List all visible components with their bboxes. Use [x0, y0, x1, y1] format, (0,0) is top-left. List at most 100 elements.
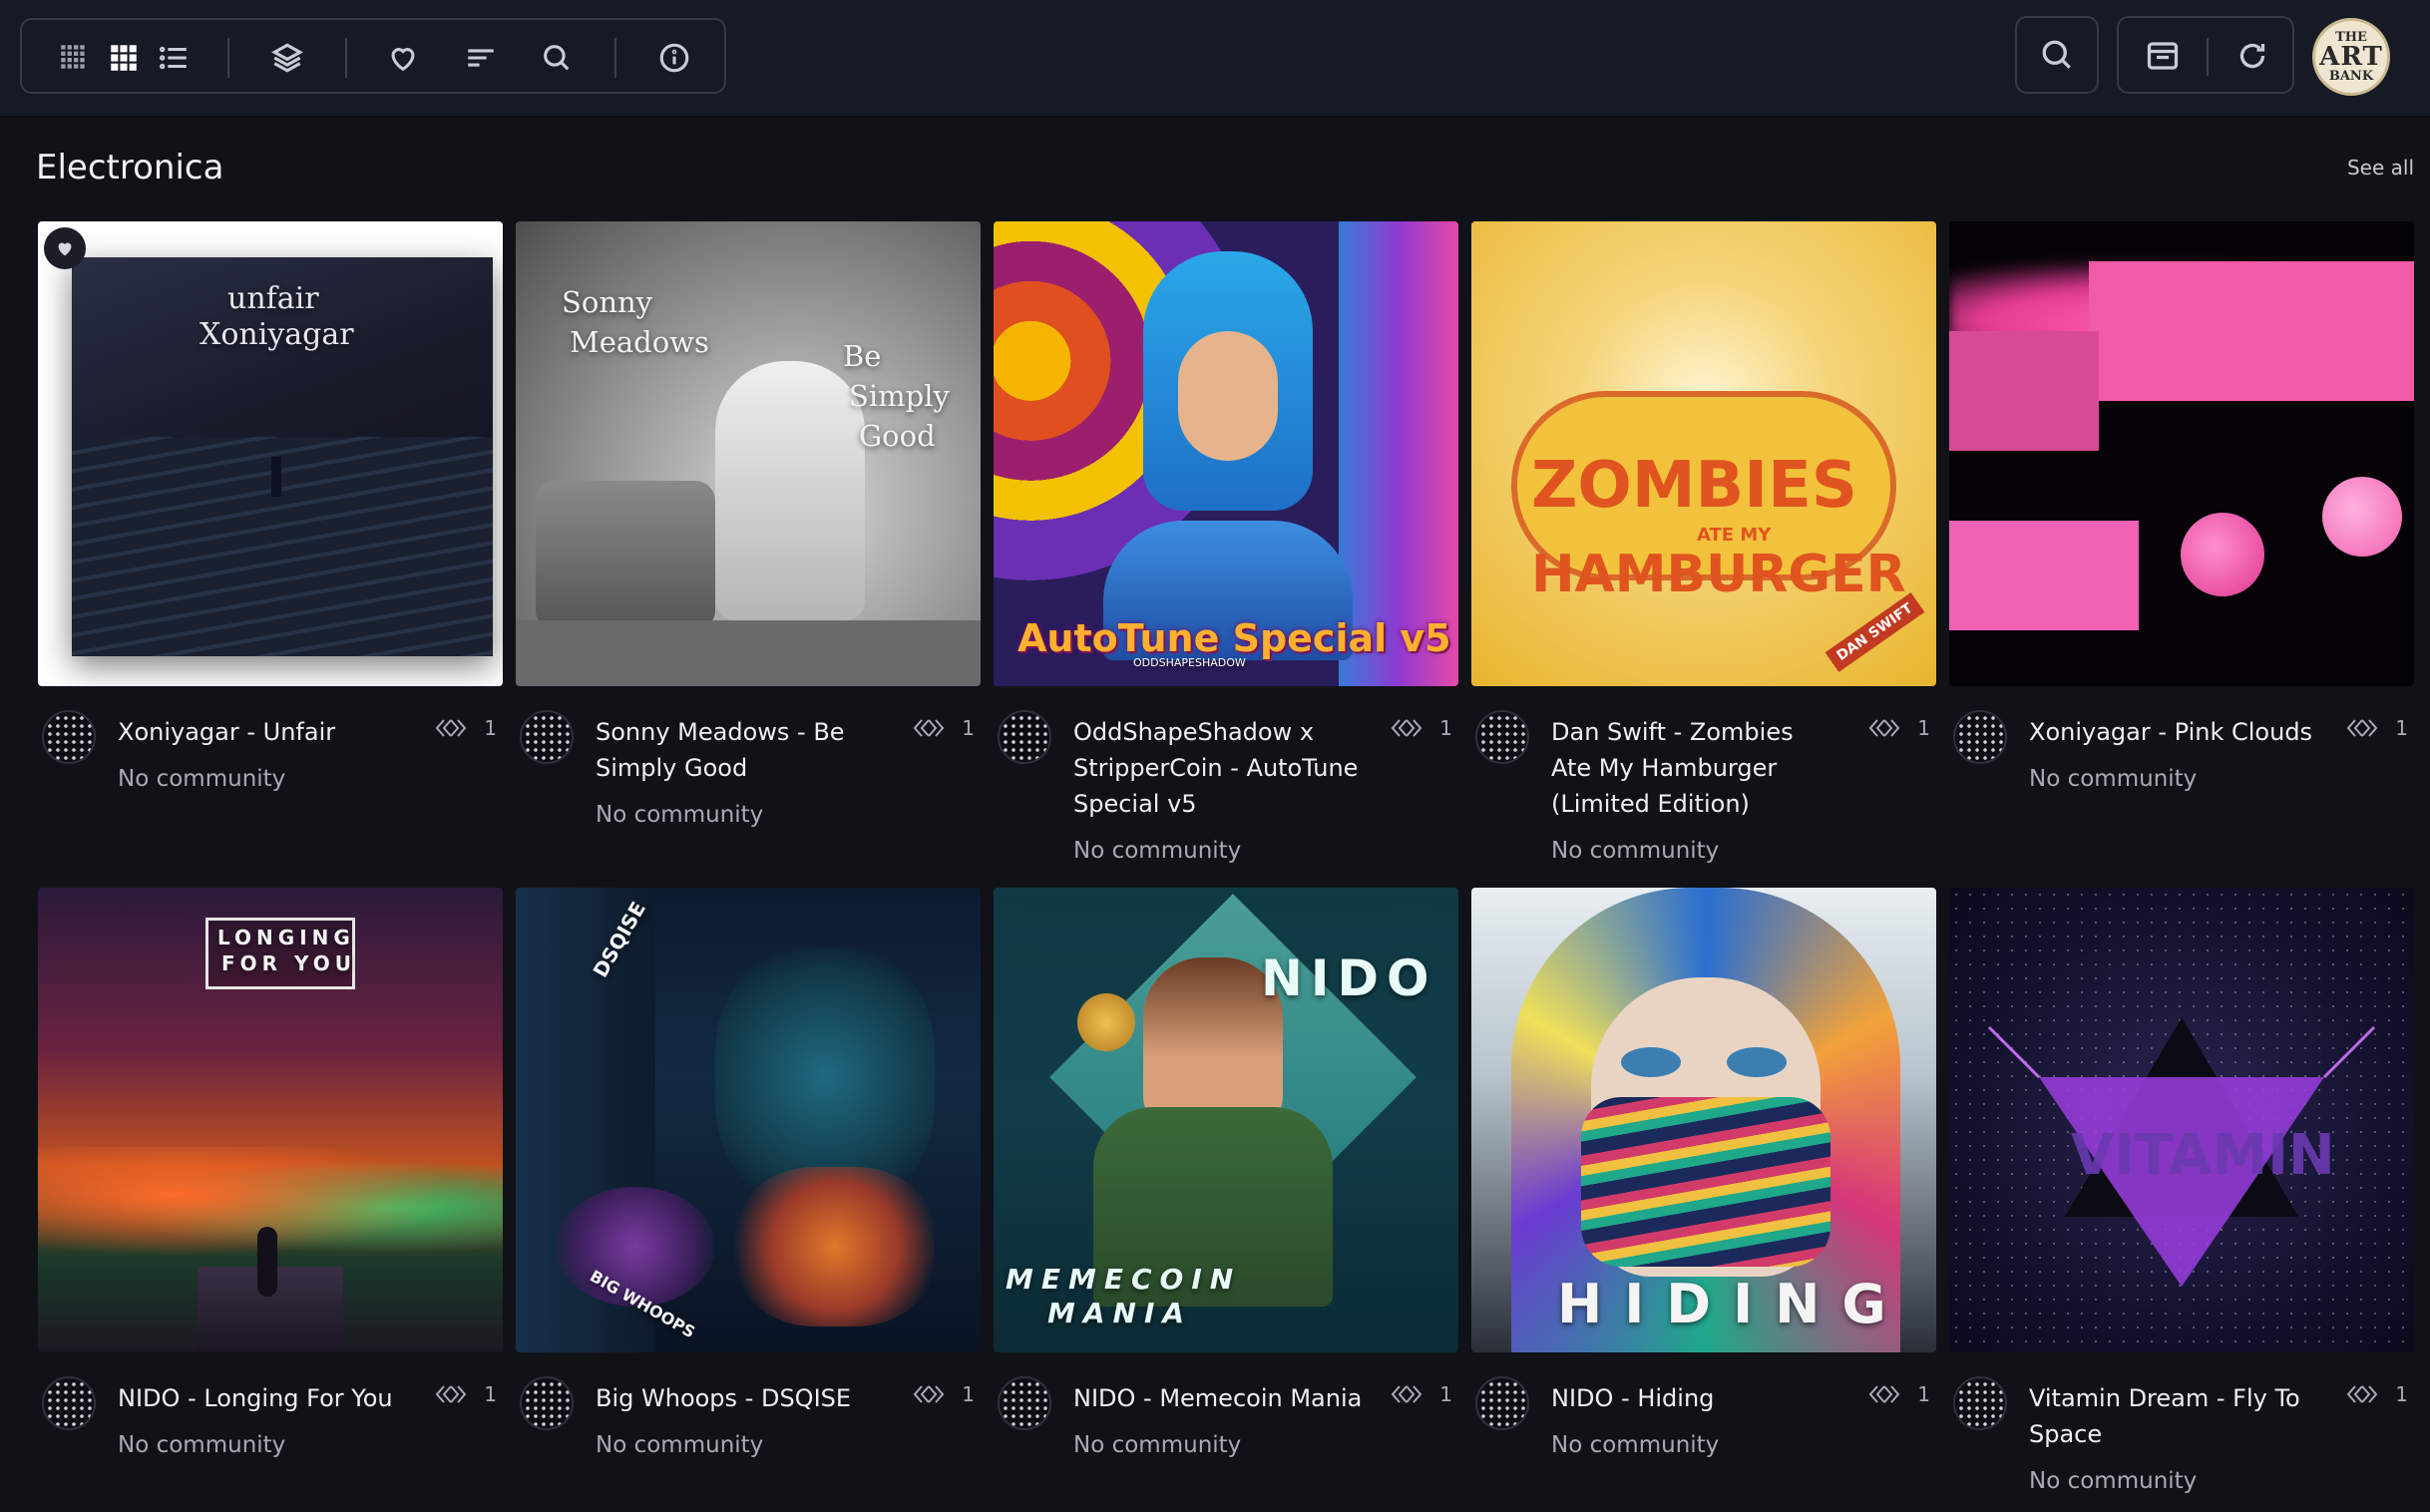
artwork-image[interactable]: VITAMIN — [1949, 888, 2414, 1352]
community-label: No community — [596, 802, 764, 828]
creator-avatar[interactable] — [520, 710, 574, 764]
search-icon — [2042, 40, 2071, 69]
edition-count: 1 — [912, 716, 975, 740]
card-meta: NIDO - Hiding No community 1 — [1471, 1352, 1936, 1512]
edition-count: 1 — [2345, 1382, 2408, 1406]
creator-avatar[interactable] — [520, 1376, 574, 1430]
artwork-image[interactable]: unfair Xoniyagar — [38, 221, 503, 686]
grid-large-icon[interactable] — [104, 38, 144, 78]
creator-avatar[interactable] — [42, 710, 96, 764]
actions-divider — [2207, 38, 2209, 76]
artwork-image[interactable]: NIDO MEMECOIN MANIA — [994, 888, 1458, 1352]
editions-icon — [1391, 1385, 1422, 1403]
edition-count: 1 — [912, 1382, 975, 1406]
nft-card[interactable]: Xoniyagar - Pink Clouds No community 1 — [1949, 221, 2414, 846]
card-title[interactable]: Big Whoops - DSQISE — [596, 1380, 885, 1416]
avatar[interactable]: THE ART BANK — [2312, 18, 2390, 96]
card-meta: Sonny Meadows - Be Simply Good No commun… — [516, 686, 981, 846]
refresh-icon[interactable] — [2232, 36, 2272, 76]
artwork-text: ODDSHAPESHADOW — [1133, 656, 1246, 669]
card-title[interactable]: Xoniyagar - Unfair — [118, 714, 407, 750]
artwork-text: unfair — [227, 281, 319, 316]
card-title[interactable]: NIDO - Memecoin Mania — [1073, 1380, 1363, 1416]
artwork-text: FOR YOU — [221, 951, 357, 975]
edition-count: 1 — [1867, 1382, 1930, 1406]
creator-avatar[interactable] — [42, 1376, 96, 1430]
editions-icon — [913, 1385, 945, 1403]
artwork-text: LONGING — [217, 926, 355, 949]
artwork-text: Good — [859, 419, 936, 453]
card-title[interactable]: Dan Swift - Zombies Ate My Hamburger (Li… — [1551, 714, 1840, 822]
card-title[interactable]: NIDO - Longing For You — [118, 1380, 407, 1416]
grid-small-icon[interactable] — [54, 38, 94, 78]
avatar-text: ART — [2319, 42, 2383, 72]
artwork-image[interactable]: HIDING — [1471, 888, 1936, 1352]
creator-avatar[interactable] — [1953, 710, 2007, 764]
artwork-text: ZOMBIES — [1531, 449, 1857, 523]
inbox-icon[interactable] — [2143, 36, 2183, 76]
artwork-image[interactable]: Sonny Meadows Be Simply Good — [516, 221, 981, 686]
edition-number: 1 — [962, 716, 975, 740]
nft-card[interactable]: unfair Xoniyagar Xoniyagar - Unfair No c… — [38, 221, 503, 846]
nft-card[interactable]: DSQISE BIG WHOOPS Big Whoops - DSQISE No… — [516, 888, 981, 1512]
community-label: No community — [1551, 838, 1720, 864]
edition-number: 1 — [2395, 1382, 2408, 1406]
edition-count: 1 — [434, 716, 497, 740]
search-icon[interactable] — [537, 38, 577, 78]
nft-card[interactable]: LONGING FOR YOU NIDO - Longing For You N… — [38, 888, 503, 1512]
layers-icon[interactable] — [267, 38, 307, 78]
artwork-text: ATE MY — [1697, 525, 1772, 546]
artwork-image[interactable] — [1949, 221, 2414, 686]
artwork-text: AutoTune Special v5 — [1017, 616, 1451, 660]
edition-number: 1 — [484, 716, 497, 740]
edition-count: 1 — [1867, 716, 1930, 740]
list-icon[interactable] — [154, 38, 194, 78]
edition-count: 1 — [2345, 716, 2408, 740]
artwork-image[interactable]: DSQISE BIG WHOOPS — [516, 888, 981, 1352]
nft-card[interactable]: VITAMIN Vitamin Dream - Fly To Space No … — [1949, 888, 2414, 1512]
sort-icon[interactable] — [461, 38, 501, 78]
edition-number: 1 — [962, 1382, 975, 1406]
card-meta: NIDO - Longing For You No community 1 — [38, 1352, 503, 1512]
community-label: No community — [1073, 1432, 1242, 1458]
creator-avatar[interactable] — [998, 710, 1051, 764]
card-title[interactable]: Vitamin Dream - Fly To Space — [2029, 1380, 2318, 1452]
nft-card[interactable]: NIDO MEMECOIN MANIA NIDO - Memecoin Mani… — [994, 888, 1458, 1512]
community-label: No community — [596, 1432, 764, 1458]
edition-number: 1 — [1917, 1382, 1930, 1406]
global-search-button[interactable] — [2015, 16, 2099, 94]
nft-card[interactable]: Sonny Meadows Be Simply Good Sonny Meado… — [516, 221, 981, 846]
community-label: No community — [1551, 1432, 1720, 1458]
artwork-image[interactable]: AutoTune Special v5 ODDSHAPESHADOW — [994, 221, 1458, 686]
creator-avatar[interactable] — [1475, 1376, 1529, 1430]
creator-avatar[interactable] — [1953, 1376, 2007, 1430]
nft-card[interactable]: ZOMBIES ATE MY HAMBURGER DAN SWIFT Dan S… — [1471, 221, 1936, 864]
card-meta: Dan Swift - Zombies Ate My Hamburger (Li… — [1471, 686, 1936, 864]
creator-avatar[interactable] — [1475, 710, 1529, 764]
card-title[interactable]: Xoniyagar - Pink Clouds — [2029, 714, 2318, 750]
artwork-image[interactable]: LONGING FOR YOU — [38, 888, 503, 1352]
nft-card[interactable]: AutoTune Special v5 ODDSHAPESHADOW OddSh… — [994, 221, 1458, 864]
favorite-badge[interactable] — [44, 227, 86, 269]
editions-icon — [1391, 719, 1422, 737]
editions-icon — [435, 719, 467, 737]
nft-card[interactable]: HIDING NIDO - Hiding No community 1 — [1471, 888, 1936, 1512]
community-label: No community — [118, 766, 286, 792]
card-title[interactable]: OddShapeShadow x StripperCoin - AutoTune… — [1073, 714, 1363, 822]
top-bar: THE ART BANK — [0, 0, 2430, 118]
edition-number: 1 — [1439, 716, 1452, 740]
editions-icon — [435, 1385, 467, 1403]
artwork-text: DAN SWIFT — [1824, 592, 1925, 672]
section-title: Electronica — [36, 148, 224, 188]
card-title[interactable]: Sonny Meadows - Be Simply Good — [596, 714, 885, 786]
artwork-image[interactable]: ZOMBIES ATE MY HAMBURGER DAN SWIFT — [1471, 221, 1936, 686]
card-title[interactable]: NIDO - Hiding — [1551, 1380, 1840, 1416]
creator-avatar[interactable] — [998, 1376, 1051, 1430]
card-meta: OddShapeShadow x StripperCoin - AutoTune… — [994, 686, 1458, 864]
editions-icon — [2346, 1385, 2378, 1403]
see-all-link[interactable]: See all — [2347, 156, 2414, 180]
avatar-text: BANK — [2328, 69, 2374, 84]
triangle-graphic — [1987, 1017, 2376, 1287]
heart-icon[interactable] — [383, 38, 423, 78]
info-icon[interactable] — [654, 38, 694, 78]
